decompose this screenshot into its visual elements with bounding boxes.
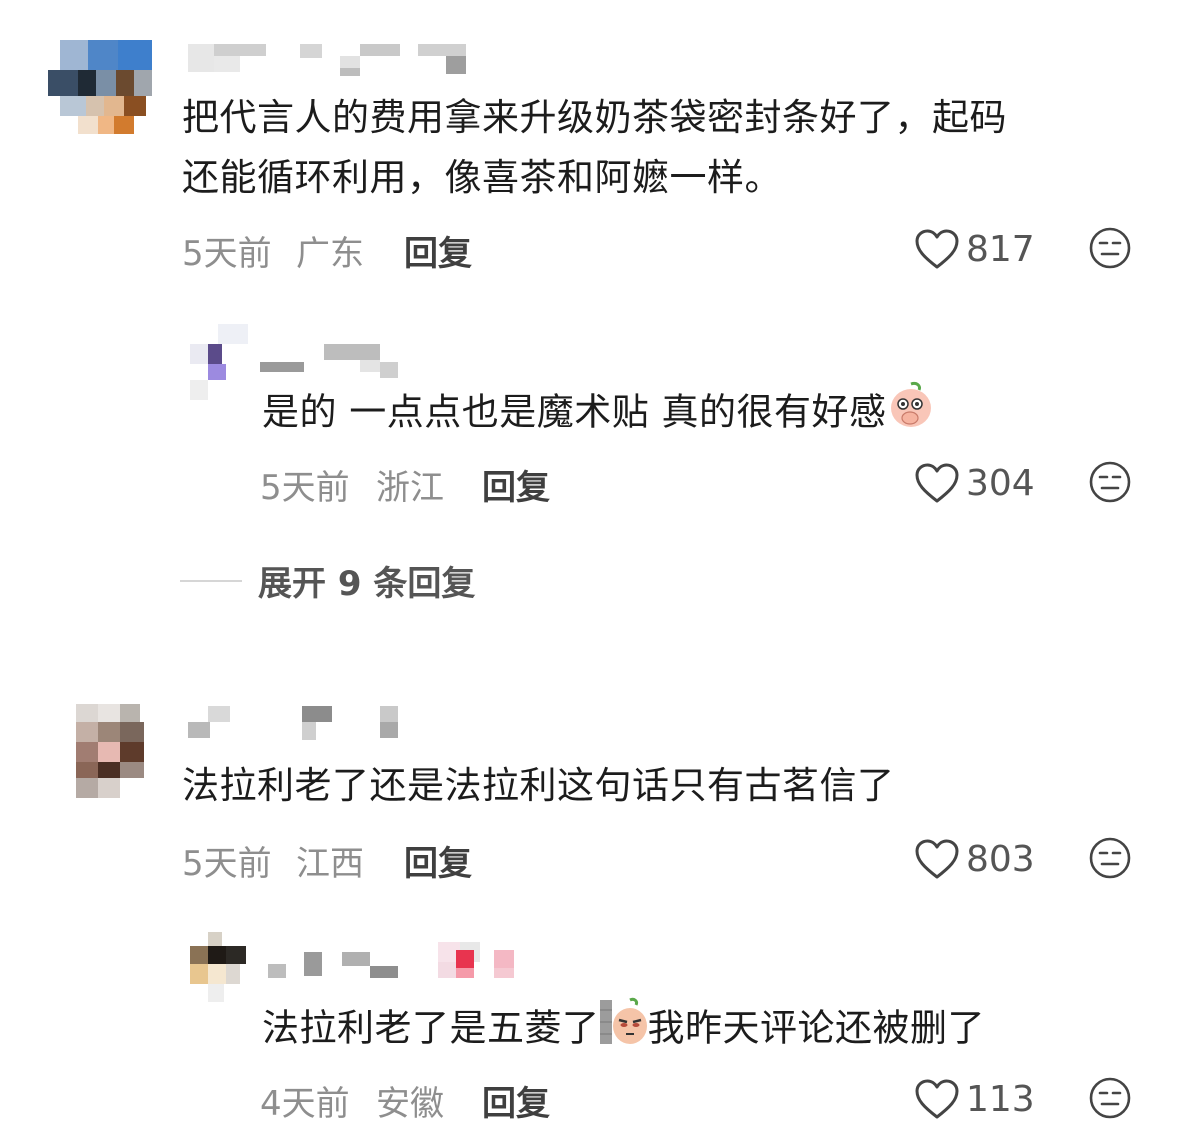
comment-region: 江西 bbox=[296, 844, 364, 884]
username[interactable] bbox=[260, 340, 410, 382]
comment-text: 把代言人的费用拿来升级奶茶袋密封条好了，起码 还能循环利用，像喜茶和阿嬷一样。 bbox=[182, 96, 1007, 199]
username[interactable] bbox=[188, 700, 408, 742]
meh-face-icon bbox=[1089, 837, 1131, 879]
dislike-button[interactable] bbox=[1088, 226, 1132, 274]
like-button[interactable]: 304 bbox=[914, 458, 1035, 508]
avatar[interactable] bbox=[190, 324, 248, 400]
reply-time: 5天前 bbox=[260, 468, 350, 508]
expand-replies-label: 展开 9 条回复 bbox=[258, 564, 476, 604]
reply-region: 安徽 bbox=[376, 1084, 444, 1124]
reply-text: 法拉利老了是五菱了 我昨天评论还被删了 bbox=[262, 996, 1182, 1064]
meh-face-icon bbox=[1089, 1077, 1131, 1119]
dislike-button[interactable] bbox=[1088, 836, 1132, 884]
like-button[interactable]: 113 bbox=[914, 1074, 1035, 1124]
username[interactable] bbox=[262, 932, 562, 982]
like-count: 304 bbox=[966, 462, 1035, 504]
reply-button[interactable]: 回复 bbox=[482, 460, 550, 509]
comment-region: 广东 bbox=[296, 234, 364, 274]
like-count: 803 bbox=[966, 838, 1035, 880]
like-count: 113 bbox=[966, 1078, 1035, 1120]
reply-time: 4天前 bbox=[260, 1084, 350, 1124]
peach-covering-mouth-emoji bbox=[887, 380, 935, 448]
meh-face-icon bbox=[1089, 461, 1131, 503]
heart-outline-icon bbox=[915, 839, 959, 879]
reply-button[interactable]: 回复 bbox=[404, 836, 472, 885]
heart-outline-icon bbox=[915, 1079, 959, 1119]
divider bbox=[180, 579, 242, 582]
like-button[interactable]: 817 bbox=[914, 224, 1035, 274]
reply-button[interactable]: 回复 bbox=[404, 226, 472, 275]
reply-text: 是的 一点点也是魔术贴 真的很有好感 bbox=[262, 380, 1162, 448]
expand-replies-button[interactable]: 展开 9 条回复 bbox=[180, 556, 475, 605]
peach-peeking-emoji bbox=[599, 996, 648, 1064]
reply-region: 浙江 bbox=[376, 468, 444, 508]
like-button[interactable]: 803 bbox=[914, 834, 1035, 884]
dislike-button[interactable] bbox=[1088, 460, 1132, 508]
avatar[interactable] bbox=[50, 700, 152, 800]
avatar[interactable] bbox=[48, 30, 152, 134]
comment-time: 5天前 bbox=[182, 844, 272, 884]
like-count: 817 bbox=[966, 228, 1035, 270]
comment-text: 法拉利老了还是法拉利这句话只有古茗信了 bbox=[182, 764, 895, 807]
heart-outline-icon bbox=[915, 229, 959, 269]
reply-button[interactable]: 回复 bbox=[482, 1076, 550, 1125]
comment-time: 5天前 bbox=[182, 234, 272, 274]
username[interactable] bbox=[188, 38, 478, 80]
dislike-button[interactable] bbox=[1088, 1076, 1132, 1124]
heart-outline-icon bbox=[915, 463, 959, 503]
avatar[interactable] bbox=[190, 932, 248, 1008]
meh-face-icon bbox=[1089, 227, 1131, 269]
